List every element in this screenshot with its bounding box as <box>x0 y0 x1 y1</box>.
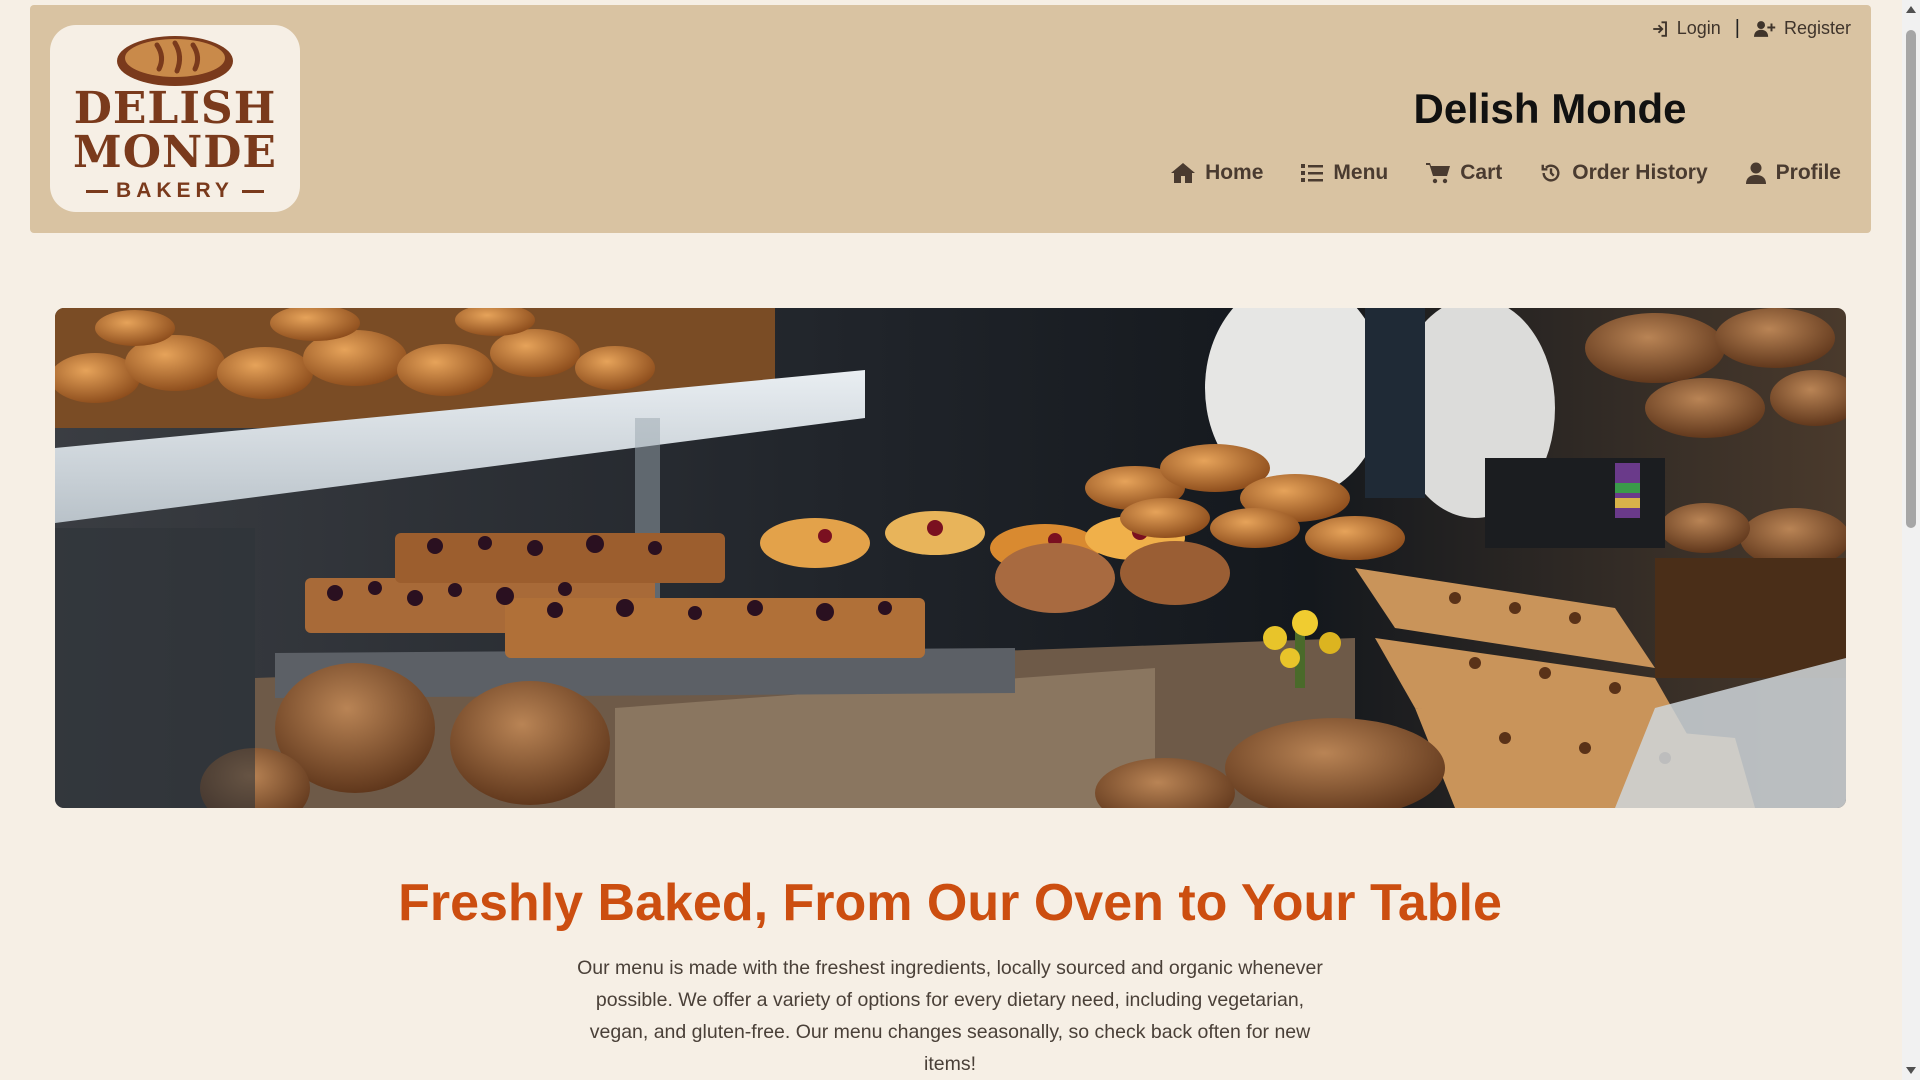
nav-label-home: Home <box>1205 161 1264 184</box>
nav-item-cart[interactable]: Cart <box>1426 161 1502 185</box>
site-header: DELISH MONDE BAKERY Login | Register Del… <box>30 5 1871 233</box>
bread-icon <box>117 36 233 86</box>
nav-item-menu[interactable]: Menu <box>1301 161 1388 185</box>
user-plus-icon <box>1753 20 1776 37</box>
login-link[interactable]: Login <box>1651 18 1721 39</box>
login-icon <box>1652 20 1667 37</box>
list-icon <box>1301 164 1324 182</box>
logo-dash-left <box>86 189 109 193</box>
logo-line-2: MONDE <box>73 127 277 178</box>
nav-label-profile: Profile <box>1775 161 1841 184</box>
scroll-thumb[interactable] <box>1906 30 1916 528</box>
page-headline: Freshly Baked, From Our Oven to Your Tab… <box>398 873 1502 932</box>
nav-label-order-history: Order History <box>1572 161 1708 184</box>
nav-item-home[interactable]: Home <box>1171 161 1263 185</box>
auth-links: Login | Register <box>1651 17 1851 40</box>
vertical-scrollbar[interactable] <box>1902 0 1920 1080</box>
register-label: Register <box>1783 18 1851 38</box>
register-link[interactable]: Register <box>1753 18 1851 39</box>
nav-label-cart: Cart <box>1460 161 1503 184</box>
logo-tagline: BAKERY <box>86 179 264 203</box>
scroll-up-arrow-icon[interactable] <box>1906 6 1916 13</box>
page: DELISH MONDE BAKERY Login | Register Del… <box>0 0 1920 1080</box>
nav-item-order-history[interactable]: Order History <box>1540 161 1708 185</box>
intro-paragraph: Our menu is made with the freshest ingre… <box>577 956 1323 1075</box>
logo-line-1: DELISH <box>73 83 277 134</box>
history-icon <box>1541 164 1560 182</box>
nav-item-profile[interactable]: Profile <box>1745 161 1841 185</box>
home-icon <box>1171 163 1196 183</box>
logo-line-3: BAKERY <box>116 179 234 202</box>
scroll-down-arrow-icon[interactable] <box>1906 1067 1916 1074</box>
logo-dash-right <box>241 189 264 193</box>
main-nav: Home Menu Cart Order History Profile <box>1171 161 1841 185</box>
cart-icon <box>1426 163 1451 184</box>
auth-separator: | <box>1734 17 1740 39</box>
hero-image <box>55 308 1846 808</box>
bakery-logo[interactable]: DELISH MONDE BAKERY <box>50 25 300 212</box>
login-label: Login <box>1676 18 1721 38</box>
site-title: Delish Monde <box>1413 85 1687 132</box>
nav-label-menu: Menu <box>1333 161 1389 184</box>
user-icon <box>1745 162 1766 184</box>
